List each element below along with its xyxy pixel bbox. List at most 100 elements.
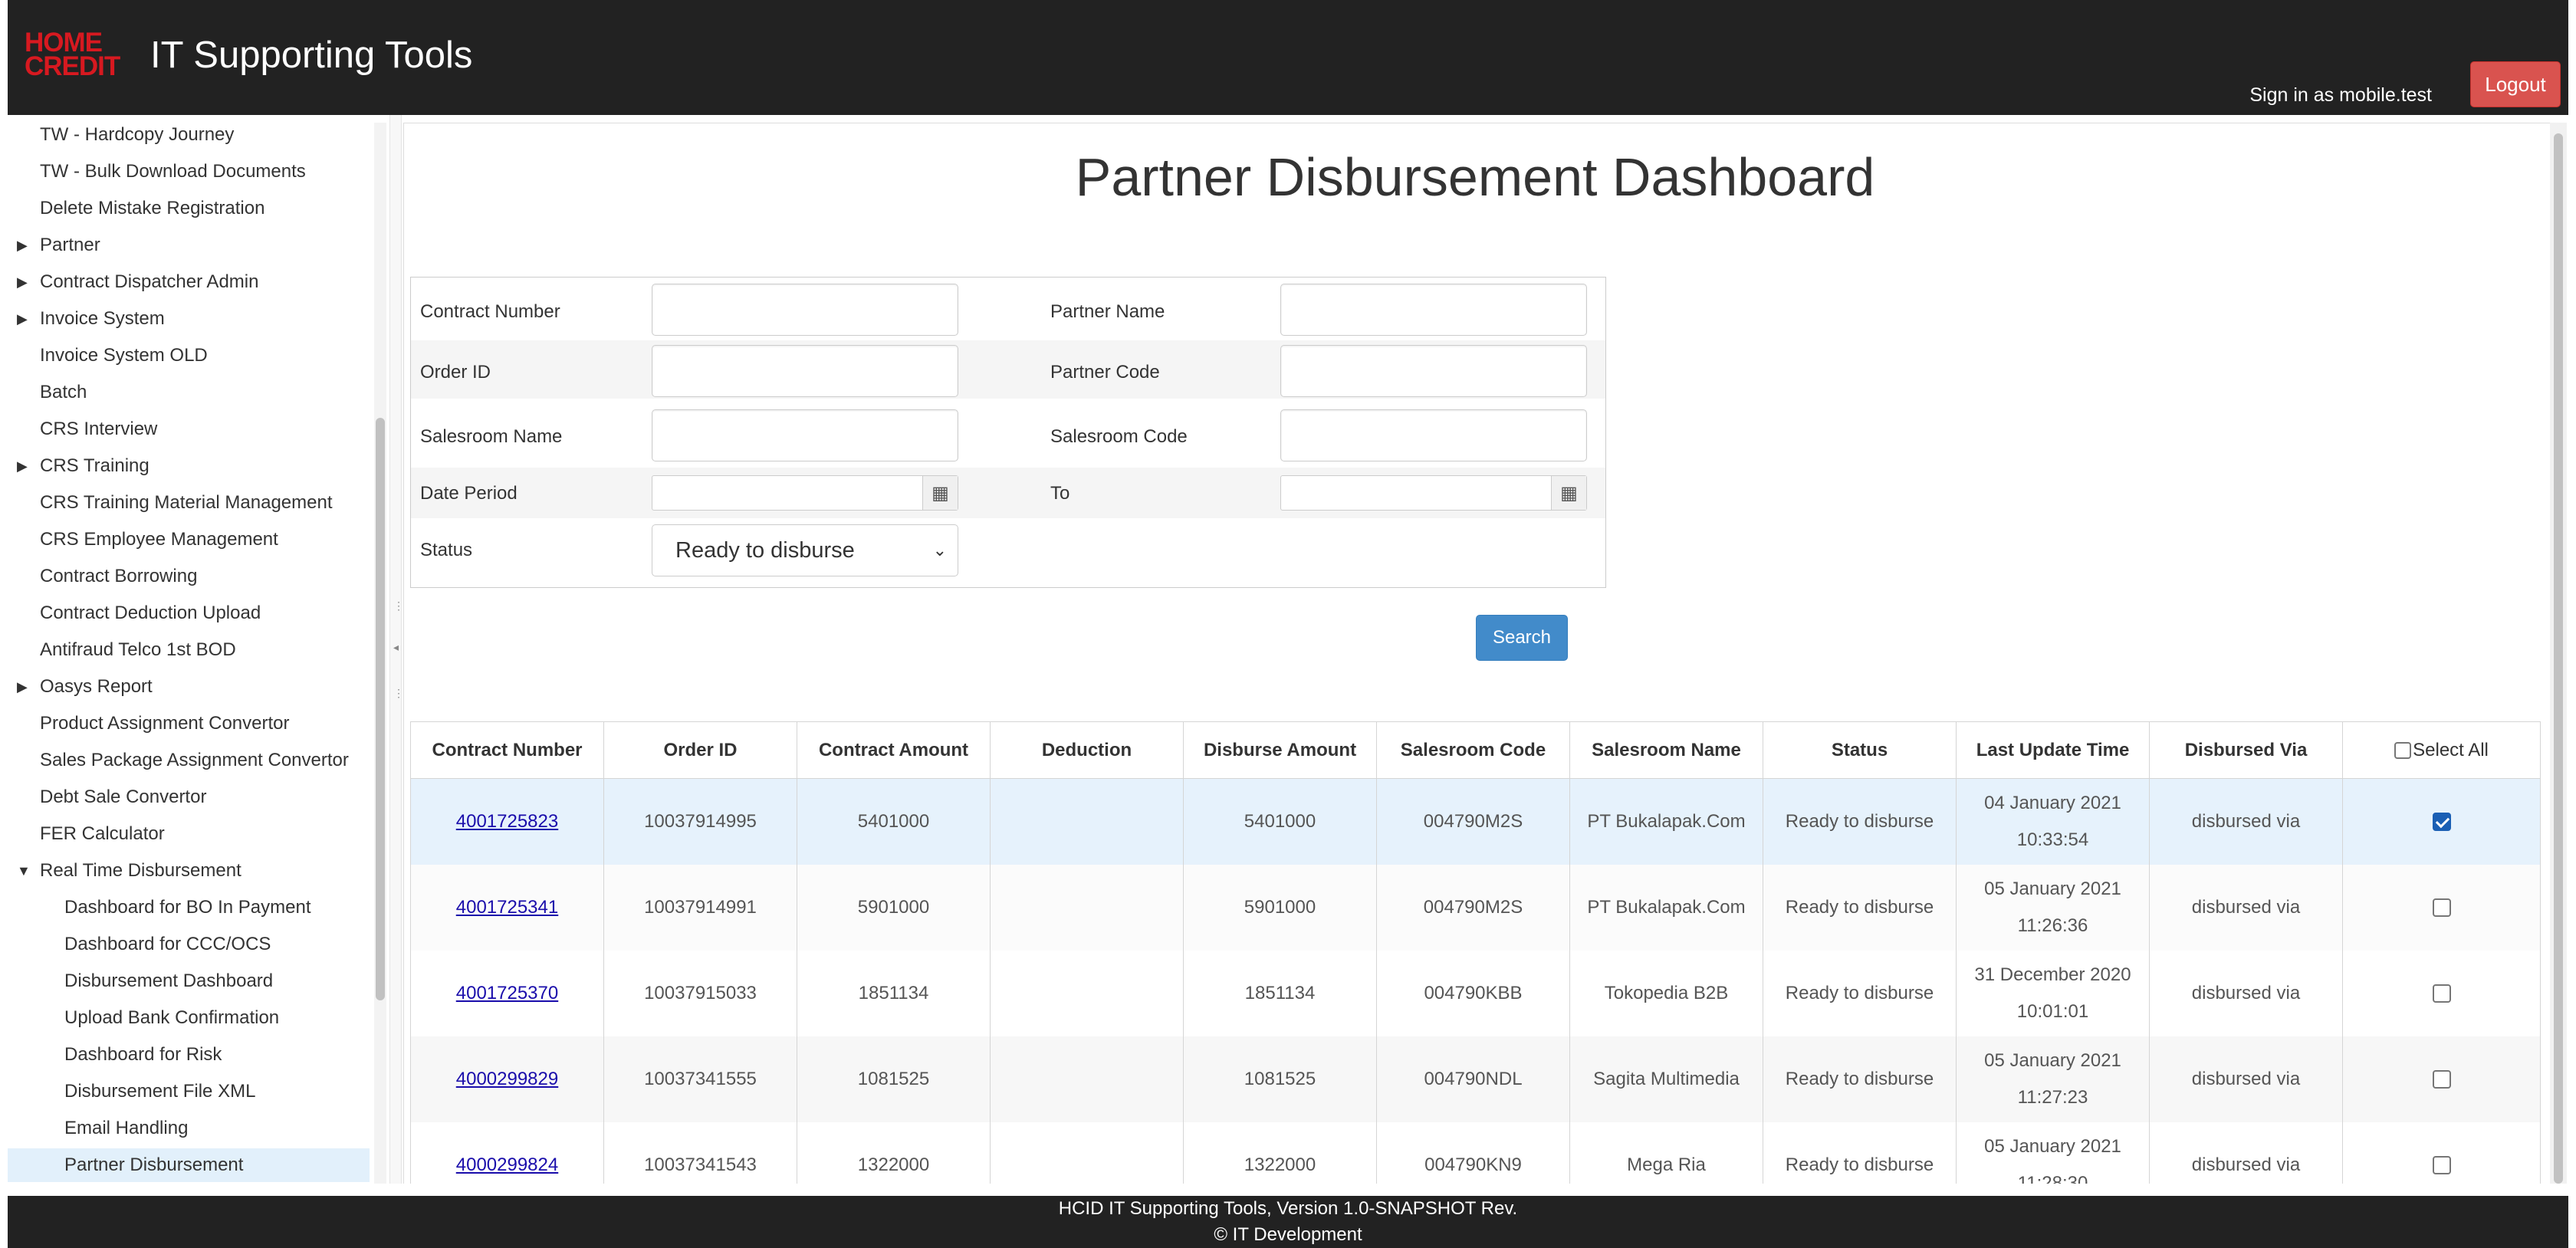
main-scrollbar[interactable] (2550, 123, 2567, 1184)
sidebar-item[interactable]: ▶ Oasys Report (8, 670, 370, 704)
update-date: 05 January 2021 (1984, 1135, 2121, 1157)
main-scrollbar-thumb[interactable] (2554, 133, 2563, 1184)
salesroom-name-input[interactable] (652, 409, 958, 461)
caret-right-icon[interactable]: ▶ (17, 265, 28, 299)
cell-disbursed-via: disbursed via (2149, 950, 2343, 1036)
signed-in-user: Sign in as mobile.test (2249, 84, 2432, 106)
sidebar-item-label: Debt Sale Convertor (40, 787, 207, 807)
sidebar-item[interactable]: ▶ CRS Training (8, 449, 370, 483)
col-header-disbursed-via[interactable]: Disbursed Via (2149, 721, 2343, 779)
search-button[interactable]: Search (1476, 615, 1568, 661)
sidebar-item[interactable]: Dashboard for Risk (8, 1038, 370, 1072)
sidebar-item-label: Contract Dispatcher Admin (40, 271, 259, 292)
caret-right-icon[interactable]: ▶ (17, 302, 28, 336)
contract-number-link[interactable]: 4001725341 (456, 897, 558, 918)
row-select-checkbox[interactable] (2432, 813, 2451, 832)
row-select-checkbox[interactable] (2432, 1156, 2451, 1175)
sidebar-item[interactable]: Dashboard for CCC/OCS (8, 928, 370, 961)
sidebar-item-label: Disbursement Dashboard (64, 970, 274, 991)
sidebar-scrollbar[interactable] (374, 123, 386, 1184)
sidebar-item[interactable]: TW - Hardcopy Journey (8, 118, 370, 152)
table-row[interactable]: 4001725341 10037914991 5901000 5901000 00479… (410, 864, 2541, 951)
sidebar-item[interactable]: CRS Training Material Management (8, 486, 370, 520)
row-select-checkbox[interactable] (2432, 898, 2451, 918)
contract-number-link[interactable]: 4001725823 (456, 811, 558, 832)
table-row[interactable]: 4000299829 10037341555 1081525 1081525 00479… (410, 1036, 2541, 1122)
collapse-left-icon[interactable]: ◂ (393, 641, 399, 654)
col-header-disburse-amount[interactable]: Disburse Amount (1183, 721, 1377, 779)
sidebar-item[interactable]: ▼ Real Time Disbursement (8, 854, 370, 888)
sidebar-item-label: Disbursement File XML (64, 1081, 256, 1102)
table-row[interactable]: 4001725370 10037915033 1851134 1851134 00479… (410, 950, 2541, 1036)
caret-right-icon[interactable]: ▶ (17, 449, 28, 483)
cell-contract-amount: 1851134 (797, 950, 991, 1036)
row-select-checkbox[interactable] (2432, 1070, 2451, 1089)
main-content: Partner Disbursement Dashboard Contract … (403, 123, 2550, 1184)
col-header-status[interactable]: Status (1763, 721, 1957, 779)
sidebar-item[interactable]: Partner Disbursement (8, 1148, 370, 1182)
contract-number-link[interactable]: 4000299824 (456, 1154, 558, 1175)
date-to-field[interactable]: ▦ (1280, 475, 1587, 511)
sidebar-item[interactable]: ▶ Contract Dispatcher Admin (8, 265, 370, 299)
filter-row: Status Ready to disburse ⌄ (411, 521, 1605, 580)
sidebar-item[interactable]: Upload Bank Confirmation (8, 1001, 370, 1035)
sidebar-item[interactable]: Product Assignment Convertor (8, 707, 370, 741)
caret-right-icon[interactable]: ▶ (17, 228, 28, 262)
sidebar-scrollbar-thumb[interactable] (376, 418, 385, 1000)
sidebar-item[interactable]: Contract Borrowing (8, 560, 370, 593)
date-period-field[interactable]: ▦ (652, 475, 958, 511)
row-select-checkbox[interactable] (2432, 984, 2451, 1003)
salesroom-name-label: Salesroom Name (420, 426, 563, 447)
caret-right-icon[interactable]: ▶ (17, 670, 28, 704)
col-header-order-id[interactable]: Order ID (603, 721, 797, 779)
sidebar-item[interactable]: Invoice System OLD (8, 339, 370, 373)
partner-code-input[interactable] (1280, 345, 1587, 397)
caret-down-icon[interactable]: ▼ (17, 854, 31, 888)
col-header-salesroom-name[interactable]: Salesroom Name (1569, 721, 1763, 779)
select-all-checkbox[interactable] (2394, 742, 2412, 760)
sidebar-item[interactable]: CRS Employee Management (8, 523, 370, 557)
order-id-input[interactable] (652, 345, 958, 397)
cell-select (2342, 950, 2541, 1036)
cell-contract-number: 4001725370 (410, 950, 604, 1036)
partner-name-input[interactable] (1280, 284, 1587, 336)
cell-salesroom-name: Sagita Multimedia (1569, 1036, 1763, 1122)
contract-number-link[interactable]: 4000299829 (456, 1069, 558, 1089)
sidebar-item[interactable]: Contract Deduction Upload (8, 596, 370, 630)
col-header-salesroom-code[interactable]: Salesroom Code (1376, 721, 1570, 779)
sidebar-item[interactable]: CRS Interview (8, 412, 370, 446)
cell-contract-number: 4001725823 (410, 778, 604, 865)
salesroom-code-input[interactable] (1280, 409, 1587, 461)
sidebar-item[interactable]: Debt Sale Convertor (8, 780, 370, 814)
layout-splitter[interactable]: ⋮ ◂ ⋮ (389, 115, 404, 1184)
sidebar-item[interactable]: ▶ Partner (8, 228, 370, 262)
sidebar-item[interactable]: Disbursement Dashboard (8, 964, 370, 998)
status-select[interactable]: Ready to disburse ⌄ (652, 524, 958, 576)
col-header-deduction[interactable]: Deduction (990, 721, 1184, 779)
col-header-contract-amount[interactable]: Contract Amount (797, 721, 991, 779)
col-header-last-update-time[interactable]: Last Update Time (1956, 721, 2150, 779)
cell-salesroom-code: 004790M2S (1376, 778, 1570, 865)
contract-number-link[interactable]: 4001725370 (456, 983, 558, 1003)
table-row[interactable]: 4001725823 10037914995 5401000 5401000 00479… (410, 778, 2541, 865)
col-header-contract-number[interactable]: Contract Number (410, 721, 604, 779)
sidebar-item[interactable]: FER Calculator (8, 817, 370, 851)
sidebar-item[interactable]: Batch (8, 376, 370, 409)
calendar-icon[interactable]: ▦ (922, 476, 958, 510)
sidebar-item[interactable]: ▶ Invoice System (8, 302, 370, 336)
calendar-icon[interactable]: ▦ (1551, 476, 1586, 510)
sidebar-item[interactable]: TW - Bulk Download Documents (8, 155, 370, 189)
sidebar-item[interactable]: Delete Mistake Registration (8, 192, 370, 225)
sidebar-item[interactable]: Email Handling (8, 1112, 370, 1145)
sidebar-item[interactable]: Antifraud Telco 1st BOD (8, 633, 370, 667)
logout-button[interactable]: Logout (2470, 61, 2561, 107)
cell-disburse-amount: 5901000 (1183, 864, 1377, 951)
contract-number-input[interactable] (652, 284, 958, 336)
sidebar-item[interactable]: Dashboard for BO In Payment (8, 891, 370, 925)
table-row[interactable]: 4000299824 10037341543 1322000 1322000 00479… (410, 1122, 2541, 1184)
select-all-label: Select All (2413, 739, 2489, 760)
sidebar-item-label: CRS Training Material Management (40, 492, 333, 513)
sidebar-item[interactable]: Sales Package Assignment Convertor (8, 744, 370, 777)
sidebar-item[interactable]: Disbursement File XML (8, 1075, 370, 1108)
update-time: 10:33:54 (2016, 829, 2089, 850)
